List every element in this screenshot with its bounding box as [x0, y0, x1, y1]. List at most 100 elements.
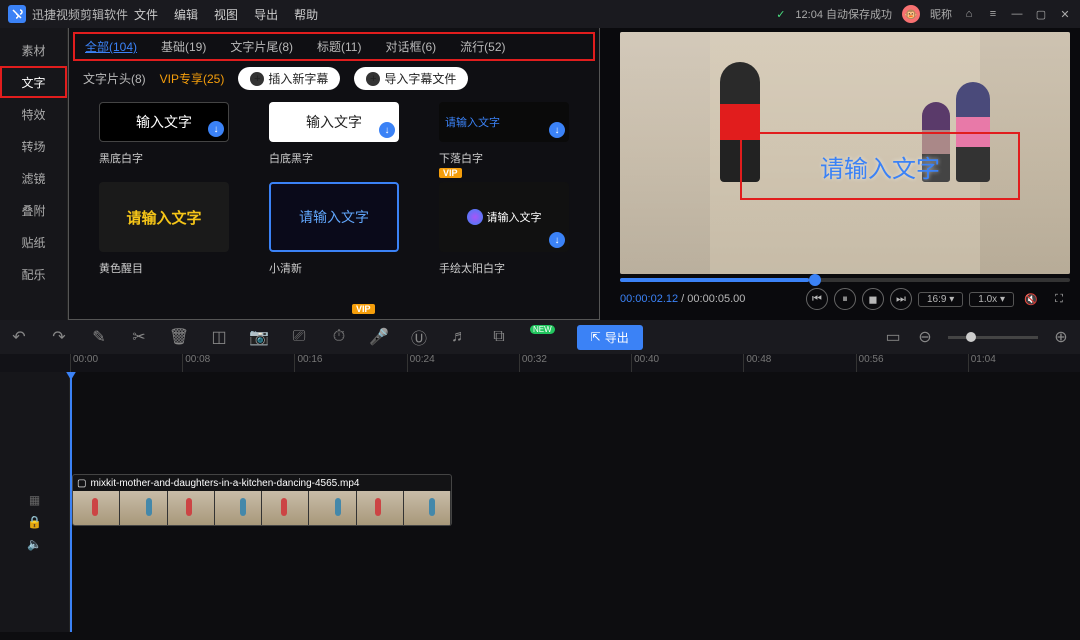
- video-clip[interactable]: ▢ mixkit-mother-and-daughters-in-a-kitche…: [72, 474, 452, 526]
- tab-all[interactable]: 全部(104): [85, 38, 137, 55]
- fit-button[interactable]: ▭: [884, 328, 902, 346]
- maximize-icon[interactable]: ▢: [1034, 7, 1048, 21]
- vip-badge: VIP: [352, 304, 375, 314]
- sidebar-item-text[interactable]: 文字: [0, 66, 67, 98]
- marker-button[interactable]: ♬: [450, 328, 468, 346]
- plus-icon: +: [250, 72, 264, 86]
- crop-button[interactable]: ◫: [210, 328, 228, 346]
- lock-icon[interactable]: 🔒: [27, 514, 43, 530]
- titlebar: 迅捷视频剪辑软件 文件 编辑 视图 导出 帮助 ✓ 12:04 自动保存成功 🐵…: [0, 0, 1080, 28]
- mute-icon[interactable]: 🔇: [1020, 288, 1042, 310]
- preview-video[interactable]: 请输入文字: [620, 32, 1070, 274]
- clip-icon: ▢: [77, 478, 86, 489]
- app-logo: [8, 5, 26, 23]
- text-card-yellow[interactable]: 请输入文字 黄色醒目: [99, 182, 229, 276]
- export-button[interactable]: ⇱ 导出: [577, 325, 643, 350]
- zoom-out-button[interactable]: ⊖: [916, 328, 934, 346]
- redo-button[interactable]: ↷: [50, 328, 68, 346]
- menu-view[interactable]: 视图: [214, 6, 238, 23]
- play-pause-button[interactable]: ⏸: [834, 288, 856, 310]
- sidebar-item-music[interactable]: 配乐: [0, 258, 67, 290]
- download-icon[interactable]: ↓: [379, 122, 395, 138]
- speed-button[interactable]: ⏱: [330, 328, 348, 346]
- home-icon[interactable]: ⌂: [962, 7, 976, 21]
- check-icon: ✓: [776, 8, 785, 21]
- insert-subtitle-button[interactable]: +插入新字幕: [238, 67, 340, 90]
- minimize-icon[interactable]: —: [1010, 7, 1024, 21]
- ruler-mark: 00:56: [856, 354, 968, 372]
- seek-handle[interactable]: [809, 274, 821, 286]
- tab-opening[interactable]: 文字片头(8): [83, 70, 146, 87]
- magnet-button[interactable]: Ⓤ: [410, 328, 428, 346]
- zoom-slider[interactable]: [948, 336, 1038, 339]
- playhead[interactable]: [70, 372, 72, 632]
- menu-help[interactable]: 帮助: [294, 6, 318, 23]
- text-secondary-tabs: 文字片头(8) VIP专享(25) +插入新字幕 +导入字幕文件: [69, 61, 599, 96]
- video-track-icon[interactable]: ▦: [27, 492, 43, 508]
- ruler-mark: 00:16: [294, 354, 406, 372]
- volume-button[interactable]: ⎚: [290, 328, 308, 346]
- new-badge: NEW: [530, 325, 555, 334]
- menu-file[interactable]: 文件: [134, 6, 158, 23]
- menu-icon[interactable]: ≡: [986, 7, 1000, 21]
- text-card-blackwhite[interactable]: 输入文字↓ 黑底白字: [99, 102, 229, 166]
- track-headers: ▦ 🔒 🔈: [0, 372, 70, 632]
- tab-vip[interactable]: VIP专享(25): [160, 70, 225, 87]
- ruler-mark: 01:04: [968, 354, 1080, 372]
- stop-button[interactable]: ◼: [862, 288, 884, 310]
- sidebar-item-filter[interactable]: 滤镜: [0, 162, 67, 194]
- group-button[interactable]: ⧉: [490, 328, 508, 346]
- prev-frame-button[interactable]: ⏮: [806, 288, 828, 310]
- sidebar-item-effects[interactable]: 特效: [0, 98, 67, 130]
- undo-button[interactable]: ↶: [10, 328, 28, 346]
- download-icon[interactable]: ↓: [549, 122, 565, 138]
- sidebar-item-overlay[interactable]: 叠附: [0, 194, 67, 226]
- download-icon[interactable]: ↓: [549, 232, 565, 248]
- text-card-whiteblack[interactable]: 输入文字↓ 白底黑字: [269, 102, 399, 166]
- text-card-sun[interactable]: VIP 请输入文字 ↓ 手绘太阳白字: [439, 182, 569, 276]
- sidebar-item-media[interactable]: 素材: [0, 34, 67, 66]
- text-card-dropwhite[interactable]: 请输入文字↓ 下落白字: [439, 102, 569, 166]
- import-subtitle-button[interactable]: +导入字幕文件: [354, 67, 468, 90]
- tab-basic[interactable]: 基础(19): [161, 38, 206, 55]
- next-frame-button[interactable]: ⏭: [890, 288, 912, 310]
- sidebar-item-sticker[interactable]: 贴纸: [0, 226, 67, 258]
- tab-ending[interactable]: 文字片尾(8): [230, 38, 293, 55]
- preview-seek-bar[interactable]: [620, 278, 1070, 282]
- zoom-in-button[interactable]: ⊕: [1052, 328, 1070, 346]
- menu-export[interactable]: 导出: [254, 6, 278, 23]
- download-icon[interactable]: ↓: [208, 121, 224, 137]
- close-icon[interactable]: ✕: [1058, 7, 1072, 21]
- mute-track-icon[interactable]: 🔈: [27, 536, 43, 552]
- menu-edit[interactable]: 编辑: [174, 6, 198, 23]
- timeline-ruler[interactable]: 00:00 00:08 00:16 00:24 00:32 00:40 00:4…: [0, 354, 1080, 372]
- left-sidebar: 素材 文字 特效 转场 滤镜 叠附 贴纸 配乐: [0, 28, 68, 320]
- timeline-toolbar: ↶ ↷ ✎ ✂ 🗑 ◫ 📷 ⎚ ⏱ 🎤 Ⓤ ♬ ⧉ NEW ⇱ 导出 ▭ ⊖ ⊕: [0, 320, 1080, 354]
- sidebar-item-transition[interactable]: 转场: [0, 130, 67, 162]
- app-title: 迅捷视频剪辑软件: [32, 6, 128, 23]
- nickname-label[interactable]: 昵称: [930, 6, 952, 22]
- text-card-fresh[interactable]: 请输入文字 小清新: [269, 182, 399, 276]
- tab-popular[interactable]: 流行(52): [460, 38, 505, 55]
- ruler-mark: 00:40: [631, 354, 743, 372]
- ruler-mark: 00:48: [743, 354, 855, 372]
- avatar[interactable]: 🐵: [902, 5, 920, 23]
- tab-title[interactable]: 标题(11): [317, 38, 361, 55]
- ruler-mark: 00:24: [407, 354, 519, 372]
- text-overlay-box[interactable]: 请输入文字: [740, 132, 1020, 200]
- autosave-status: 12:04 自动保存成功: [795, 6, 892, 22]
- cut-button[interactable]: ✂: [130, 328, 148, 346]
- ruler-mark: 00:00: [70, 354, 182, 372]
- text-category-tabs: 全部(104) 基础(19) 文字片尾(8) 标题(11) 对话框(6) 流行(…: [73, 32, 595, 61]
- camera-button[interactable]: 📷: [250, 328, 268, 346]
- timeline[interactable]: ▦ 🔒 🔈 ▢ mixkit-mother-and-daughters-in-a-…: [0, 372, 1080, 632]
- speed-select[interactable]: 1.0x ▾: [969, 292, 1014, 307]
- ruler-mark: 00:08: [182, 354, 294, 372]
- clip-filename: mixkit-mother-and-daughters-in-a-kitchen…: [90, 478, 359, 489]
- tab-dialog[interactable]: 对话框(6): [385, 38, 436, 55]
- aspect-ratio-select[interactable]: 16:9 ▾: [918, 292, 963, 307]
- edit-button[interactable]: ✎: [90, 328, 108, 346]
- mic-button[interactable]: 🎤: [370, 328, 388, 346]
- delete-button[interactable]: 🗑: [170, 328, 188, 346]
- fullscreen-icon[interactable]: ⛶: [1048, 288, 1070, 310]
